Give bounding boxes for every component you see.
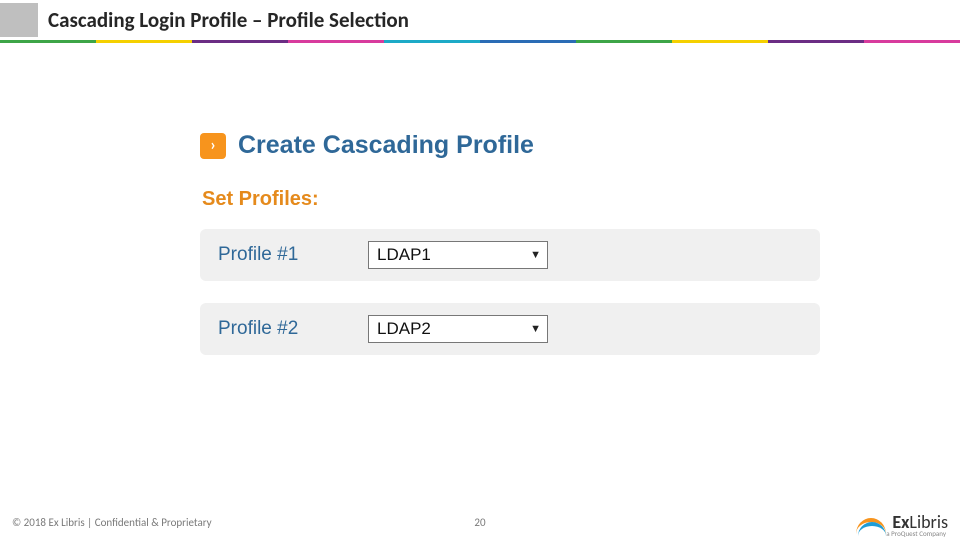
brand-swoosh-icon xyxy=(856,512,886,532)
section-subheading: Set Profiles: xyxy=(202,188,820,211)
footer-page-number: 20 xyxy=(474,516,485,529)
profile-row-1: Profile #1 LDAP1 ▼ xyxy=(200,229,820,281)
slide-title: Cascading Login Profile – Profile Select… xyxy=(48,7,409,33)
content-area: › Create Cascading Profile Set Profiles:… xyxy=(200,125,820,377)
header-accent-block xyxy=(0,3,38,37)
section-heading: Create Cascading Profile xyxy=(238,131,534,160)
brand-logo: ExLibris a ProQuest Company xyxy=(856,511,948,533)
profile-1-select-value: LDAP1 xyxy=(377,245,431,265)
footer-copyright: © 2018 Ex Libris | Confidential & Propri… xyxy=(12,516,212,529)
brand-subtitle: a ProQuest Company xyxy=(886,529,946,538)
profile-2-label: Profile #2 xyxy=(218,318,338,340)
expand-chevron-icon[interactable]: › xyxy=(200,133,226,159)
slide-header: Cascading Login Profile – Profile Select… xyxy=(0,0,960,40)
profile-1-label: Profile #1 xyxy=(218,244,338,266)
profile-1-select[interactable]: LDAP1 ▼ xyxy=(368,241,548,269)
header-underline xyxy=(0,40,960,43)
dropdown-caret-icon: ▼ xyxy=(530,323,541,335)
section-header: › Create Cascading Profile xyxy=(200,125,820,172)
profile-row-2: Profile #2 LDAP2 ▼ xyxy=(200,303,820,355)
chevron-glyph: › xyxy=(210,136,216,155)
profile-2-select-value: LDAP2 xyxy=(377,319,431,339)
dropdown-caret-icon: ▼ xyxy=(530,249,541,261)
slide-footer: © 2018 Ex Libris | Confidential & Propri… xyxy=(0,504,960,540)
profile-2-select[interactable]: LDAP2 ▼ xyxy=(368,315,548,343)
slide: Cascading Login Profile – Profile Select… xyxy=(0,0,960,540)
